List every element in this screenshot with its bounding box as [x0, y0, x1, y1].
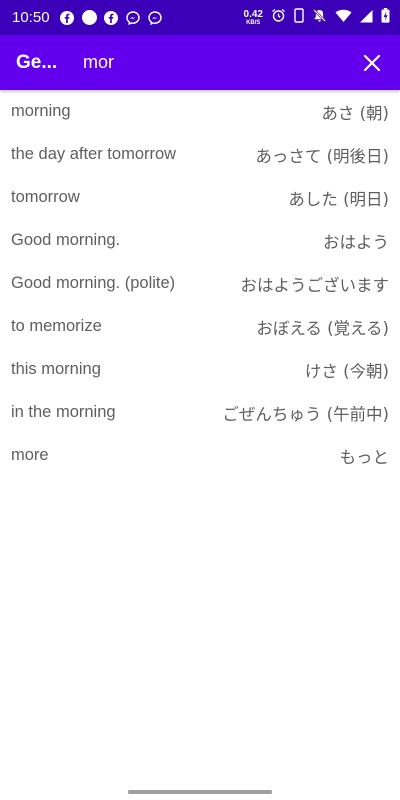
facebook-icon	[104, 10, 119, 25]
list-item[interactable]: morning あさ (朝)	[0, 90, 400, 133]
app-title: Ge...	[16, 51, 58, 73]
list-item[interactable]: more もっと	[0, 434, 400, 477]
network-speed-unit: KB/S	[246, 19, 261, 26]
facebook-icon	[60, 10, 75, 25]
status-bar: 10:50 0.42 KB/S	[0, 0, 400, 35]
circle-icon	[81, 10, 97, 25]
messenger-icon	[126, 10, 141, 25]
system-status-icons: 0.42 KB/S	[244, 8, 390, 27]
result-english: more	[11, 446, 49, 464]
list-item[interactable]: the day after tomorrow あっさて (明後日)	[0, 133, 400, 176]
result-japanese: あした (明日)	[288, 189, 389, 209]
result-japanese: あさ (朝)	[321, 103, 389, 123]
result-english: tomorrow	[11, 188, 80, 206]
notification-icons	[60, 10, 163, 25]
search-input[interactable]	[83, 52, 323, 73]
network-speed-value: 0.42	[243, 8, 263, 20]
list-item[interactable]: Good morning. (polite) おはようございます	[0, 262, 400, 305]
result-english: to memorize	[11, 317, 102, 335]
close-search-button[interactable]	[360, 51, 384, 75]
list-item[interactable]: to memorize おぼえる (覚える)	[0, 305, 400, 348]
list-item[interactable]: this morning けさ (今朝)	[0, 348, 400, 391]
alarm-icon	[271, 8, 286, 27]
app-bar: Ge...	[0, 35, 400, 90]
result-japanese: あっさて (明後日)	[255, 146, 389, 166]
list-item[interactable]: in the morning ごぜんちゅう (午前中)	[0, 391, 400, 434]
network-speed: 0.42 KB/S	[243, 8, 263, 26]
wifi-icon	[335, 8, 352, 27]
signal-icon	[360, 8, 373, 27]
result-japanese: おぼえる (覚える)	[256, 318, 389, 338]
results-list: morning あさ (朝) the day after tomorrow あっ…	[0, 90, 400, 477]
phone-icon	[294, 8, 304, 27]
result-japanese: もっと	[339, 447, 390, 467]
result-english: this morning	[11, 360, 101, 378]
messenger-icon	[148, 10, 163, 25]
result-japanese: おはようございます	[240, 275, 390, 295]
gesture-nav-handle[interactable]	[128, 790, 272, 794]
battery-icon	[381, 8, 390, 27]
result-japanese: ごぜんちゅう (午前中)	[222, 404, 389, 424]
mute-icon	[312, 8, 327, 27]
list-item[interactable]: tomorrow あした (明日)	[0, 176, 400, 219]
close-icon	[363, 54, 381, 71]
list-item[interactable]: Good morning. おはよう	[0, 219, 400, 262]
result-japanese: おはよう	[323, 232, 389, 252]
result-english: Good morning.	[11, 231, 121, 249]
result-japanese: けさ (今朝)	[304, 361, 389, 381]
result-english: morning	[11, 102, 71, 120]
result-english: in the morning	[11, 403, 116, 421]
status-time: 10:50	[12, 9, 50, 26]
result-english: the day after tomorrow	[11, 145, 177, 163]
result-english: Good morning. (polite)	[11, 274, 176, 292]
